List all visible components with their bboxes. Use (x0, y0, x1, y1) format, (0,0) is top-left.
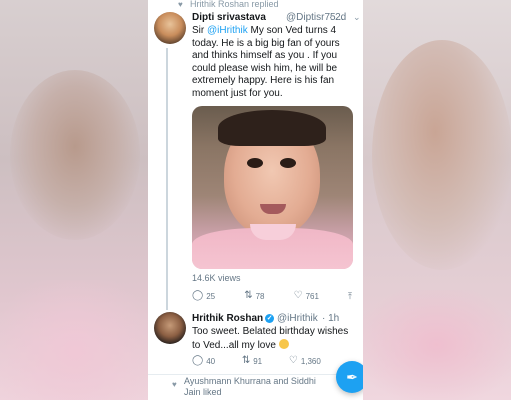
tweet-timestamp: · 2d (329, 12, 347, 23)
heart-icon: ♥ (172, 380, 177, 389)
smiling-face-emoji-icon (278, 338, 289, 349)
heart-icon: ♥ (178, 0, 183, 9)
divider (148, 374, 363, 375)
tweet-thread-card: ♥ Hrithik Roshan replied Dipti srivastav… (148, 0, 363, 400)
retweet-icon: ⇅ (241, 355, 251, 366)
replied-context-label: Hrithik Roshan replied (190, 0, 279, 9)
tweet-actions: ◯ 25 ⇅ 78 ♡ 761 ⤒ (192, 289, 352, 303)
reply-icon: ◯ (192, 355, 204, 366)
reply-icon: ◯ (192, 290, 204, 301)
tweet-author-handle[interactable]: @iHrithik (277, 313, 318, 324)
retweet-button[interactable]: ⇅ 91 (242, 356, 262, 366)
thread-connector-line (166, 48, 168, 310)
tweet-actions: ◯ 40 ⇅ 91 ♡ 1,360 ⤒ (192, 354, 352, 368)
tweet-author-name[interactable]: Hrithik Roshan ✓ (192, 313, 275, 324)
like-count: 1,360 (300, 356, 321, 366)
tweet-text: Sir @iHrithik My son Ved turns 4 today. … (192, 25, 340, 99)
mention-link[interactable]: @iHrithik (207, 25, 248, 36)
tweet-author-name[interactable]: Dipti srivastava (192, 12, 266, 23)
verified-badge-icon: ✓ (265, 314, 275, 323)
tweet-timestamp: · 1h (322, 313, 340, 324)
blurred-background-right (362, 0, 511, 400)
retweet-count: 91 (253, 356, 263, 366)
like-button[interactable]: ♡ 761 (294, 291, 319, 301)
reply-button[interactable]: ◯ 25 (192, 291, 215, 301)
retweet-icon: ⇅ (244, 290, 253, 301)
tweet-text: Too sweet. Belated birthday wishes to Ve… (192, 326, 349, 351)
heart-icon: ♡ (288, 355, 298, 366)
reply-button[interactable]: ◯ 40 (192, 356, 215, 366)
share-icon: ⤒ (348, 291, 352, 301)
compose-tweet-icon: ✒ (346, 369, 358, 385)
avatar[interactable] (154, 12, 186, 44)
share-button[interactable]: ⤒ (348, 291, 352, 301)
blurred-background-left (0, 0, 150, 400)
reply-count: 25 (206, 291, 216, 301)
liked-context-label: Ayushmann Khurrana and Siddhi Jain liked (184, 376, 316, 397)
like-button[interactable]: ♡ 1,360 (289, 356, 321, 366)
like-count: 761 (305, 291, 319, 301)
replied-context: ♥ Hrithik Roshan replied (148, 0, 363, 10)
compose-tweet-button[interactable]: ✒ (336, 361, 363, 393)
heart-icon: ♡ (293, 290, 303, 301)
video-view-count: 14.6K views (192, 273, 241, 283)
chevron-down-icon[interactable]: ⌄ (353, 12, 361, 23)
retweet-count: 78 (255, 291, 265, 301)
avatar[interactable] (154, 312, 186, 344)
tweet-video[interactable] (192, 106, 353, 269)
retweet-button[interactable]: ⇅ 78 (244, 291, 264, 301)
reply-count: 40 (206, 356, 216, 366)
